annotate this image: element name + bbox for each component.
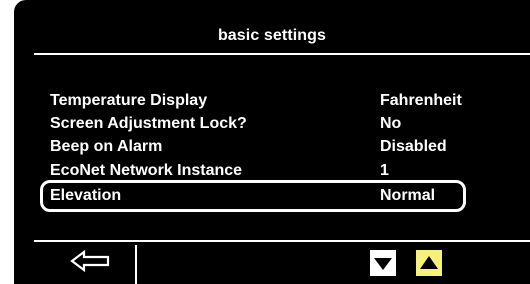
left-arrow-icon [70,249,110,273]
setting-value: No [380,115,402,132]
selection-highlight [40,180,466,212]
setting-row-temperature-display[interactable]: Temperature Display Fahrenheit [14,91,530,111]
title-divider [34,53,530,55]
setting-value: Disabled [380,138,447,155]
setting-label: Screen Adjustment Lock? [50,115,247,132]
display-screen: basic settings Temperature Display Fahre… [14,0,530,284]
setting-label: EcoNet Network Instance [50,162,243,175]
setting-row-screen-adjustment-lock[interactable]: Screen Adjustment Lock? No [14,114,530,134]
triangle-down-icon [374,258,392,270]
scroll-up-button[interactable] [416,250,442,276]
setting-row-beep-on-alarm[interactable]: Beep on Alarm Disabled [14,137,530,157]
setting-value: Fahrenheit [380,92,462,109]
setting-label: Beep on Alarm [50,138,163,155]
setting-value: 1 [380,162,389,175]
setting-label: Temperature Display [50,92,208,109]
footer-divider [34,240,530,242]
back-button[interactable] [70,249,110,273]
setting-row-econet-network-instance[interactable]: EcoNet Network Instance 1 [14,161,530,175]
page-title: basic settings [217,27,327,44]
triangle-up-icon [420,256,438,269]
footer-separator [135,245,137,284]
scroll-down-button[interactable] [370,250,396,276]
